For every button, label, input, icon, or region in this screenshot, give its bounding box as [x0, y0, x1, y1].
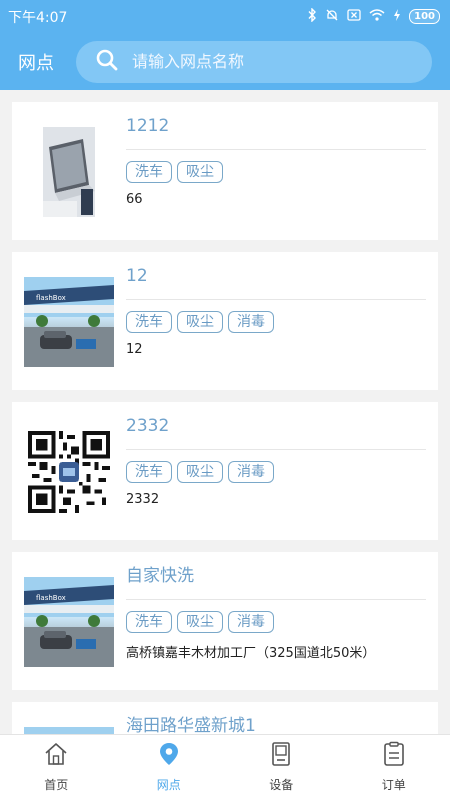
outlet-thumbnail	[24, 427, 114, 517]
car-wash-photo	[24, 727, 114, 734]
header: 网点	[0, 33, 450, 90]
device-icon	[268, 741, 294, 770]
outlet-thumbnail	[24, 127, 114, 217]
service-tag: 消毒	[228, 461, 274, 483]
service-tags: 洗车 吸尘 消毒	[126, 611, 426, 633]
bluetooth-icon	[307, 6, 317, 26]
tab-home[interactable]: 首页	[0, 735, 113, 800]
service-tags: 洗车 吸尘 消毒	[126, 311, 426, 333]
search-icon[interactable]	[96, 49, 118, 75]
outlet-address: 12	[126, 342, 143, 357]
service-tag: 吸尘	[177, 611, 223, 633]
car-wash-photo: flashBox	[24, 277, 114, 367]
service-tag: 吸尘	[177, 311, 223, 333]
outlet-name: 自家快洗	[126, 564, 426, 600]
tab-label: 首页	[44, 778, 69, 792]
outlet-name: 海田路华盛新城1	[126, 714, 426, 734]
qr-code-image	[28, 431, 110, 513]
outlet-card[interactable]: flashBox 自家快洗 洗车 吸尘 消毒 高桥镇嘉丰木材加工厂（325国道北…	[12, 552, 438, 690]
photo-sign-text: flashBox	[36, 594, 66, 602]
tab-devices[interactable]: 设备	[225, 735, 338, 800]
outlet-thumbnail	[24, 727, 114, 734]
outlet-address: 2332	[126, 492, 160, 507]
outlet-card[interactable]: flashBox 12 洗车 吸尘 消毒 12	[12, 252, 438, 390]
charging-icon	[393, 8, 401, 25]
status-icons: 100	[307, 6, 440, 26]
outlet-card[interactable]: 1212 洗车 吸尘 66	[12, 102, 438, 240]
tab-orders[interactable]: 订单	[338, 735, 450, 800]
service-tag: 洗车	[126, 611, 172, 633]
car-wash-photo: flashBox	[24, 577, 114, 667]
outlet-list[interactable]: 1212 洗车 吸尘 66 flashBox 12 洗车 吸尘 消毒 12 23…	[0, 90, 450, 734]
page-title: 网点	[18, 52, 54, 74]
outlet-name: 1212	[126, 114, 426, 150]
order-icon	[381, 741, 407, 770]
outlet-address: 高桥镇嘉丰木材加工厂（325国道北50米）	[126, 646, 376, 661]
outlet-name: 2332	[126, 414, 426, 450]
outlet-thumbnail: flashBox	[24, 277, 114, 367]
mute-icon	[325, 8, 339, 26]
service-tag: 吸尘	[177, 461, 223, 483]
service-tags: 洗车 吸尘 消毒	[126, 461, 426, 483]
outlet-card[interactable]: 海田路华盛新城1	[12, 702, 438, 734]
tab-label: 设备	[269, 778, 294, 792]
service-tag: 吸尘	[177, 161, 223, 183]
service-tag: 消毒	[228, 611, 274, 633]
search-box[interactable]	[76, 40, 432, 83]
battery-indicator: 100	[409, 9, 440, 24]
status-time: 下午4:07	[8, 9, 68, 26]
outlet-address: 66	[126, 192, 143, 207]
laptop-photo	[43, 127, 95, 217]
wifi-icon	[369, 8, 385, 25]
no-sim-icon	[347, 8, 361, 25]
search-input[interactable]	[132, 52, 402, 71]
tab-label: 网点	[156, 778, 181, 792]
outlet-card[interactable]: 2332 洗车 吸尘 消毒 2332	[12, 402, 438, 540]
photo-sign-text: flashBox	[36, 294, 66, 302]
service-tag: 洗车	[126, 461, 172, 483]
service-tag: 消毒	[228, 311, 274, 333]
location-pin-icon	[156, 741, 182, 770]
status-bar: 下午4:07 100	[0, 0, 450, 33]
service-tag: 洗车	[126, 311, 172, 333]
service-tag: 洗车	[126, 161, 172, 183]
service-tags: 洗车 吸尘	[126, 161, 426, 183]
outlet-name: 12	[126, 264, 426, 300]
tab-label: 订单	[381, 778, 406, 792]
tab-outlets[interactable]: 网点	[113, 735, 226, 800]
outlet-thumbnail: flashBox	[24, 577, 114, 667]
bottom-tab-bar: 首页 网点 设备 订单	[0, 734, 450, 800]
home-icon	[43, 741, 69, 770]
